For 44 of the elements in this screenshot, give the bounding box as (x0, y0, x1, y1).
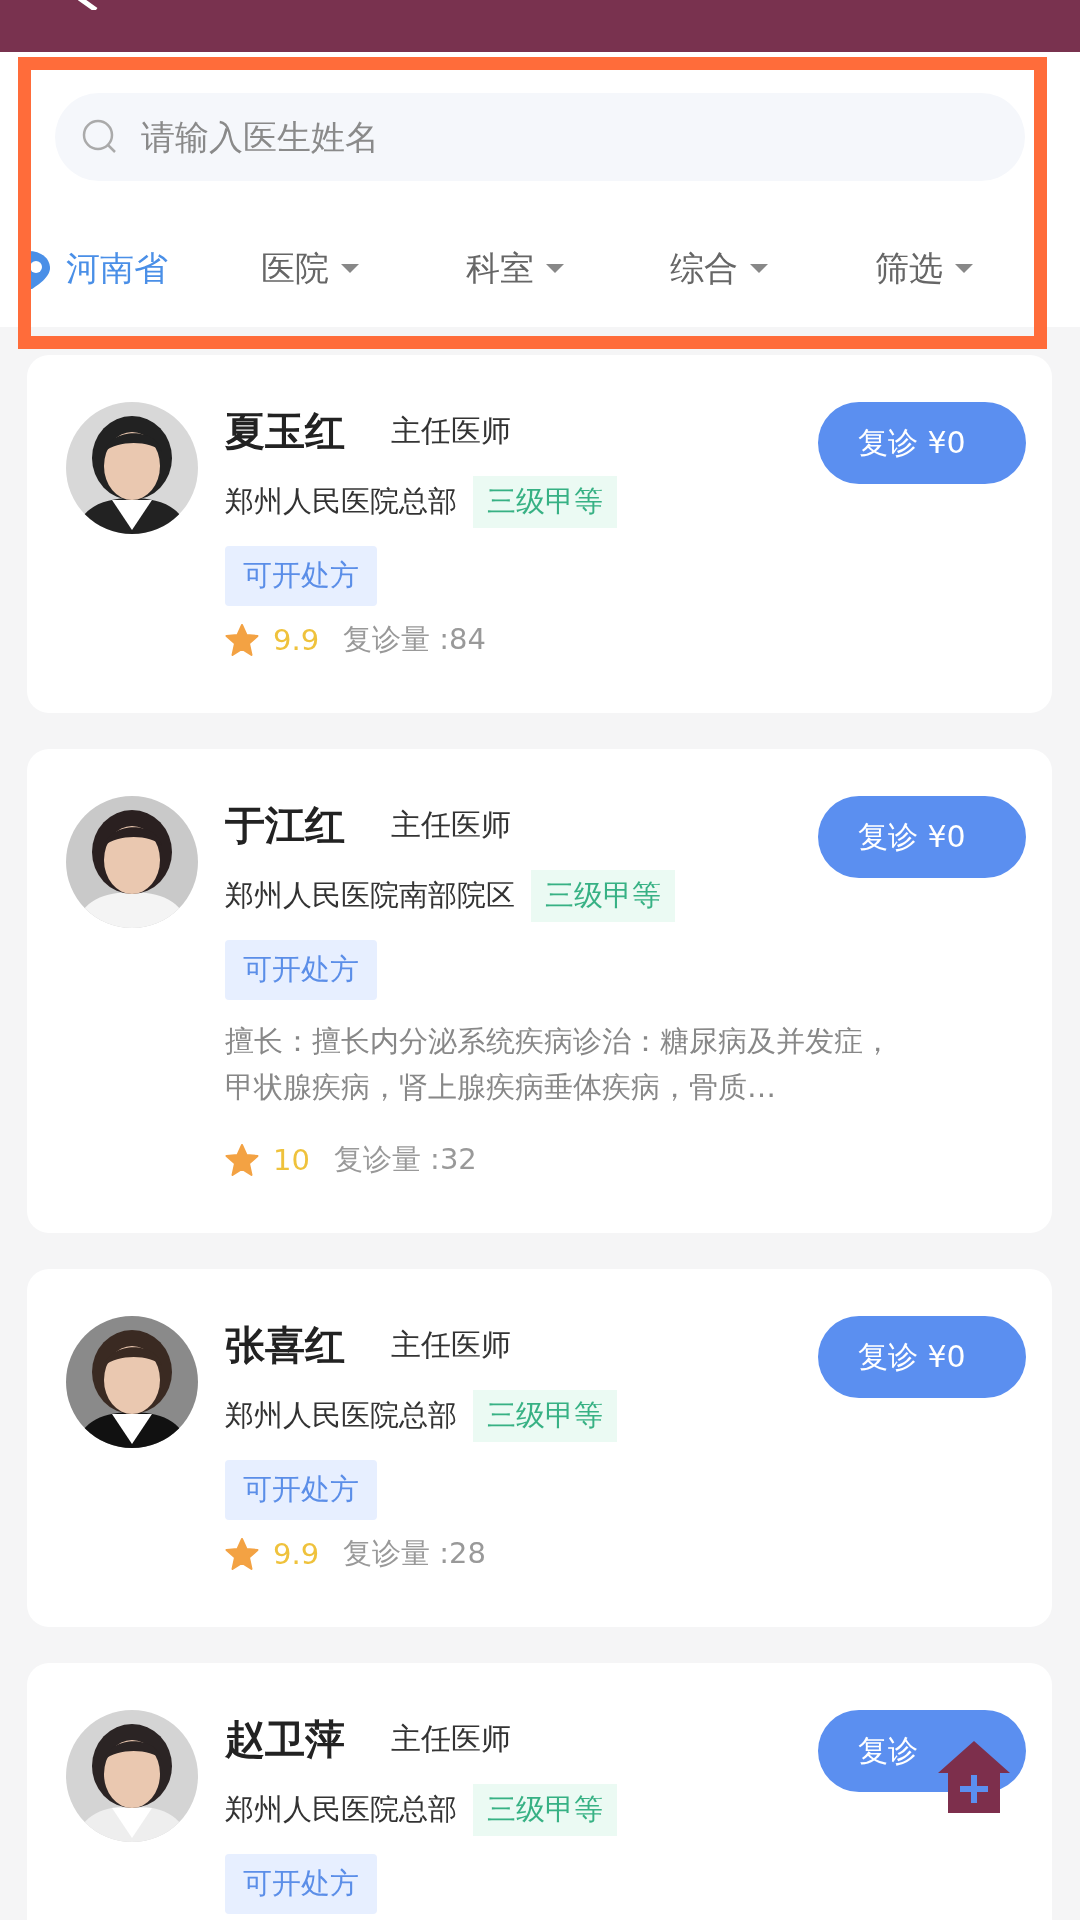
prescription-tag: 可开处方 (225, 940, 377, 1000)
doctor-name: 于江红 (225, 800, 345, 850)
star-icon (225, 624, 259, 656)
doctor-name: 赵卫萍 (225, 1714, 345, 1764)
prescription-tag: 可开处方 (225, 1854, 377, 1914)
doctor-name: 夏玉红 (225, 406, 345, 456)
visit-count: 复诊量 :32 (333, 1141, 477, 1178)
consult-button[interactable]: 复诊 ¥0 (818, 1316, 1026, 1398)
filter-dropdown[interactable]: 筛选 (875, 245, 1080, 292)
doctor-name: 张喜红 (225, 1320, 345, 1370)
consult-button[interactable]: 复诊 ¥0 (818, 402, 1026, 484)
caret-icon (545, 264, 564, 273)
caret-icon (750, 264, 769, 273)
grade-tag: 三级甲等 (531, 870, 675, 922)
star-icon (225, 1144, 259, 1176)
doctor-title: 主任医师 (391, 805, 511, 844)
hospital-name: 郑州人民医院南部院区 (225, 877, 515, 914)
grade-tag: 三级甲等 (473, 476, 617, 528)
star-icon (225, 1538, 259, 1570)
prescription-tag: 可开处方 (225, 546, 377, 606)
grade-tag: 三级甲等 (473, 1390, 617, 1442)
grade-tag: 三级甲等 (473, 1784, 617, 1836)
doctor-title: 主任医师 (391, 411, 511, 450)
hospital-name: 郑州人民医院总部 (225, 1397, 457, 1434)
search-field[interactable]: 请输入医生姓名 (55, 93, 1025, 181)
doctor-title: 主任医师 (391, 1325, 511, 1364)
doctor-title: 主任医师 (391, 1719, 511, 1758)
location-pin-icon (28, 248, 50, 289)
prescription-tag: 可开处方 (225, 1460, 377, 1520)
caret-icon (340, 264, 359, 273)
rating-score: 9.9 (273, 623, 320, 657)
filter-dropdown[interactable]: 科室 (465, 245, 671, 292)
rating-score: 9.9 (273, 1537, 320, 1571)
filter-dropdown[interactable]: 综合 (670, 245, 876, 292)
hospital-name: 郑州人民医院总部 (225, 1791, 457, 1828)
home-add-icon[interactable] (936, 1739, 1012, 1815)
rating-score: 10 (273, 1143, 310, 1177)
consult-button[interactable]: 复诊 ¥0 (818, 796, 1026, 878)
filter-dropdown[interactable]: 医院 (260, 245, 466, 292)
visit-count: 复诊量 :28 (343, 1535, 486, 1572)
specialty-text: 擅长：擅长内分泌系统疾病诊治：糖尿病及并发症，甲状腺疾病，肾上腺疾病垂体疾病，骨质… (225, 1023, 893, 1106)
caret-icon (955, 264, 974, 273)
visit-count: 复诊量 :84 (343, 621, 486, 658)
hospital-name: 郑州人民医院总部 (225, 483, 457, 520)
